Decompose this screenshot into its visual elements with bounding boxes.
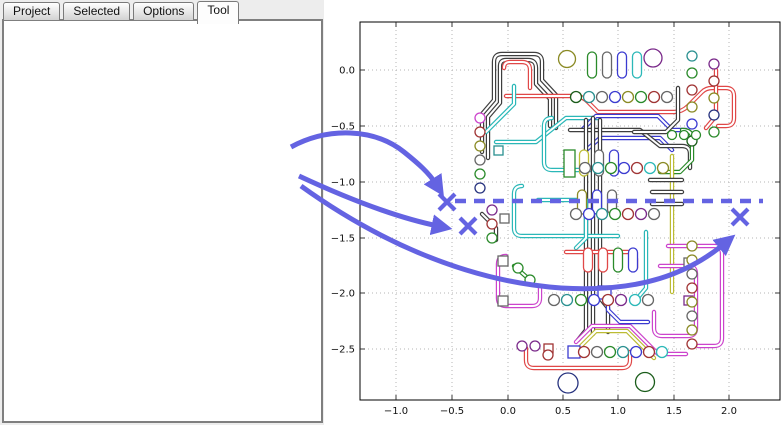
y-tick-label: −1.0 <box>331 178 355 189</box>
y-tick-label: −2.5 <box>331 345 355 356</box>
tab-selected[interactable]: Selected <box>63 2 130 20</box>
pcb-plot-canvas[interactable]: 0.0 −0.5 −1.0 −1.5 −2.0 −2.5 −1.0 −0.5 0… <box>324 0 784 425</box>
tab-tool[interactable]: Tool <box>197 1 239 24</box>
x-tick-label: −1.0 <box>384 406 408 417</box>
pcb-artwork <box>475 49 734 393</box>
tool-panel <box>2 19 323 423</box>
y-tick-label: −2.0 <box>331 289 355 300</box>
x-tick-label: 0.5 <box>555 406 571 417</box>
x-tick-label: 0.0 <box>500 406 516 417</box>
x-tick-label: 1.0 <box>610 406 626 417</box>
x-tick-label: 1.5 <box>666 406 682 417</box>
pcb-pads <box>475 49 719 393</box>
y-tick-label: −0.5 <box>331 122 355 133</box>
x-tick-label: 2.0 <box>721 406 737 417</box>
y-tick-label: 0.0 <box>339 66 355 77</box>
tab-bar: Project Selected Options Tool <box>3 2 239 22</box>
tab-project[interactable]: Project <box>3 2 60 20</box>
x-tick-label: −0.5 <box>440 406 464 417</box>
y-tick-label: −1.5 <box>331 234 355 245</box>
tab-options[interactable]: Options <box>133 2 194 20</box>
